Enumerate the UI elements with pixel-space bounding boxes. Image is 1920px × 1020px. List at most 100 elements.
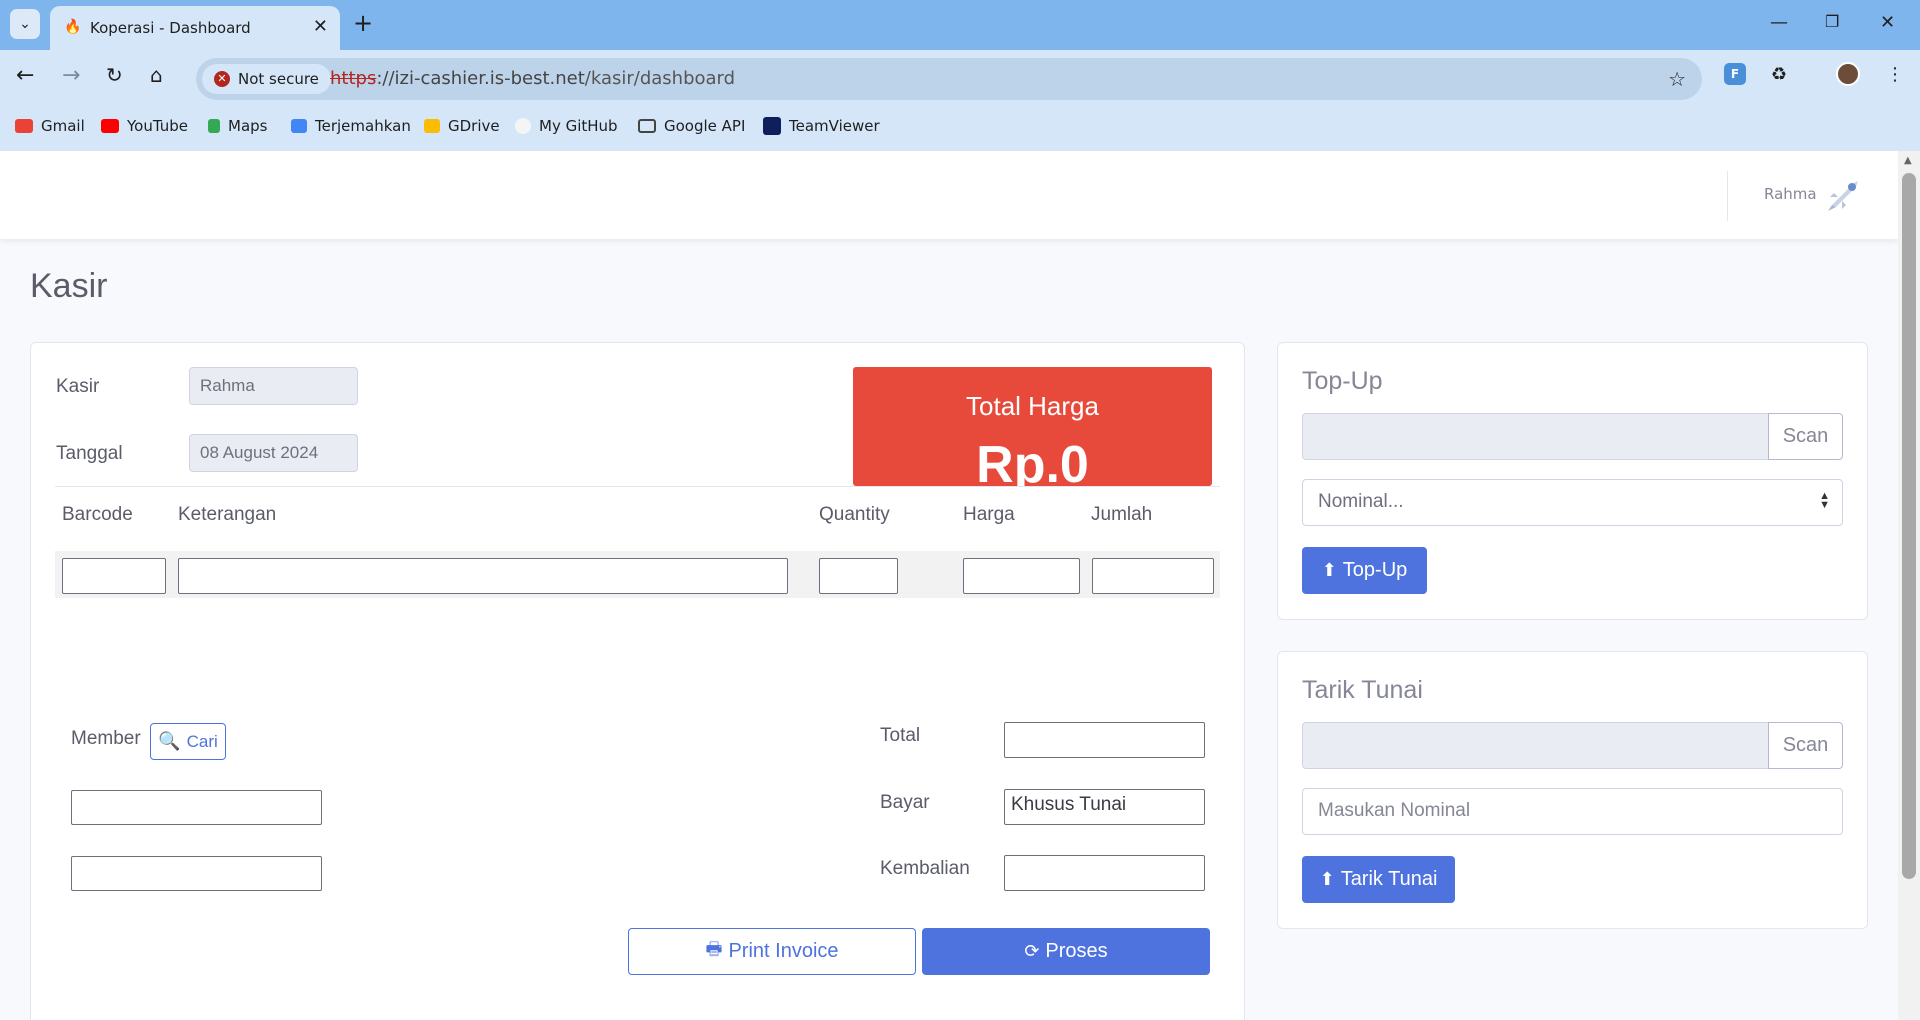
- table-header-divider: [55, 486, 1220, 487]
- kasir-field: Rahma: [189, 367, 358, 405]
- printer-icon: 🖶: [705, 938, 723, 959]
- jumlah-input[interactable]: [1092, 558, 1214, 594]
- flame-favicon-icon: 🔥: [64, 19, 82, 35]
- forward-arrow-icon[interactable]: →: [62, 63, 80, 88]
- tab-search-chevron-icon[interactable]: ⌄: [10, 9, 40, 39]
- topbar-divider: [1727, 171, 1728, 221]
- extension-icon[interactable]: F: [1724, 63, 1746, 85]
- url-text[interactable]: https://izi-cashier.is-best.net/kasir/da…: [330, 68, 735, 89]
- back-arrow-icon[interactable]: ←: [16, 63, 34, 88]
- tanggal-field: 08 August 2024: [189, 434, 358, 472]
- kembalian-label: Kembalian: [880, 858, 970, 879]
- col-jumlah: Jumlah: [1091, 504, 1153, 525]
- col-barcode: Barcode: [62, 504, 133, 525]
- bookmark-youtube[interactable]: YouTube: [101, 117, 188, 135]
- select-arrows-icon: ▲ ▼: [1819, 490, 1830, 511]
- quantity-input[interactable]: [819, 558, 898, 594]
- col-keterangan: Keterangan: [178, 504, 277, 525]
- member-label: Member: [71, 728, 141, 749]
- topup-title: Top-Up: [1302, 367, 1383, 395]
- reload-icon[interactable]: ↻: [106, 63, 123, 87]
- topup-scan-button[interactable]: Scan: [1768, 413, 1843, 460]
- topup-button[interactable]: ⬆ Top-Up: [1302, 547, 1427, 594]
- bookmark-teamviewer[interactable]: TeamViewer: [763, 117, 880, 135]
- browser-chrome: ⌄ 🔥 Koperasi - Dashboard ✕ + — ❐ ✕ ← → ↻…: [0, 0, 1920, 151]
- maps-icon: [208, 119, 220, 133]
- nominal-selected: Nominal...: [1318, 491, 1404, 512]
- rocket-avatar-icon[interactable]: [1824, 175, 1864, 215]
- bookmarks-bar: Gmail YouTube Maps Terjemahkan GDrive My…: [0, 106, 1920, 151]
- minimize-icon[interactable]: —: [1770, 12, 1788, 33]
- bookmark-google-api[interactable]: Google API: [638, 117, 745, 135]
- cari-button[interactable]: 🔍 Cari: [150, 723, 226, 760]
- col-quantity: Quantity: [819, 504, 890, 525]
- topup-scan-group: Scan: [1302, 413, 1843, 460]
- total-harga-box: Total Harga Rp.0: [853, 367, 1212, 486]
- home-icon[interactable]: ⌂: [150, 63, 163, 87]
- gdrive-icon: [424, 119, 440, 133]
- member-id-input[interactable]: [71, 790, 322, 825]
- member-name-input[interactable]: [71, 856, 322, 891]
- sync-icon: ⟳: [1024, 941, 1040, 961]
- url-path: /kasir/dashboard: [584, 68, 736, 89]
- bayar-input[interactable]: Khusus Tunai: [1004, 789, 1205, 825]
- tab-bar: ⌄ 🔥 Koperasi - Dashboard ✕ + — ❐ ✕: [0, 0, 1920, 50]
- upload-icon: ⬆: [1319, 869, 1335, 889]
- kembalian-input[interactable]: [1004, 855, 1205, 891]
- proses-button[interactable]: ⟳ Proses: [922, 928, 1210, 975]
- nominal-input[interactable]: Masukan Nominal: [1302, 788, 1843, 835]
- bookmark-gmail[interactable]: Gmail: [15, 117, 85, 135]
- new-tab-plus-icon[interactable]: +: [353, 9, 373, 37]
- browser-toolbar: ← → ↻ ⌂ ✕ Not secure https://izi-cashier…: [0, 50, 1920, 106]
- bookmark-terjemahkan[interactable]: Terjemahkan: [291, 117, 411, 135]
- teamviewer-icon: [763, 117, 781, 135]
- address-bar[interactable]: ✕ Not secure https://izi-cashier.is-best…: [196, 58, 1702, 100]
- youtube-icon: [101, 119, 119, 133]
- upload-icon: ⬆: [1321, 560, 1337, 580]
- profile-avatar[interactable]: [1836, 62, 1860, 86]
- bookmark-maps[interactable]: Maps: [208, 117, 267, 135]
- gmail-icon: [15, 119, 33, 133]
- bookmark-star-icon[interactable]: ☆: [1668, 67, 1686, 91]
- keterangan-input[interactable]: [178, 558, 788, 594]
- tarik-scan-group: Scan: [1302, 722, 1843, 769]
- col-harga: Harga: [963, 504, 1015, 525]
- tarik-tunai-button[interactable]: ⬆ Tarik Tunai: [1302, 856, 1455, 903]
- harga-input[interactable]: [963, 558, 1080, 594]
- user-name[interactable]: Rahma: [1764, 185, 1817, 203]
- page-content: Rahma Kasir Kasir Rahma Tanggal 08 Augus…: [0, 151, 1898, 1020]
- tarik-card-input[interactable]: [1302, 722, 1769, 769]
- total-label: Total: [880, 725, 921, 746]
- tarik-tunai-title: Tarik Tunai: [1302, 676, 1423, 704]
- menu-kebab-icon[interactable]: ⋮: [1886, 64, 1904, 85]
- url-scheme: https: [330, 68, 377, 89]
- bookmark-github[interactable]: My GitHub: [515, 117, 618, 135]
- kasir-label: Kasir: [56, 376, 100, 397]
- url-host: ://izi-cashier.is-best.net: [376, 68, 585, 89]
- close-tab-icon[interactable]: ✕: [313, 16, 328, 37]
- total-harga-label: Total Harga: [966, 391, 1099, 421]
- search-plus-icon: 🔍: [158, 731, 181, 751]
- page-scrollbar[interactable]: ▲: [1898, 151, 1920, 1020]
- restore-icon[interactable]: ❐: [1825, 12, 1839, 31]
- scroll-up-icon[interactable]: ▲: [1904, 155, 1912, 166]
- not-secure-chip[interactable]: ✕ Not secure: [202, 64, 331, 94]
- translate-icon: [291, 119, 307, 133]
- security-label: Not secure: [238, 70, 319, 88]
- browser-tab-active[interactable]: 🔥 Koperasi - Dashboard ✕: [50, 6, 340, 50]
- bookmark-gdrive[interactable]: GDrive: [424, 117, 500, 135]
- barcode-input[interactable]: [62, 558, 166, 594]
- warning-icon: ✕: [214, 71, 230, 87]
- scrollbar-thumb[interactable]: [1902, 173, 1916, 879]
- nominal-select[interactable]: Nominal... ▲ ▼: [1302, 479, 1843, 526]
- puzzle-extensions-icon[interactable]: ♻: [1771, 64, 1787, 85]
- tanggal-label: Tanggal: [56, 443, 123, 464]
- window-close-icon[interactable]: ✕: [1880, 12, 1895, 33]
- print-invoice-button[interactable]: 🖶 Print Invoice: [628, 928, 916, 975]
- tab-title: Koperasi - Dashboard: [90, 19, 251, 37]
- page-title: Kasir: [30, 267, 108, 305]
- bayar-label: Bayar: [880, 792, 930, 813]
- topup-card-input[interactable]: [1302, 413, 1769, 460]
- total-input[interactable]: [1004, 722, 1205, 758]
- tarik-scan-button[interactable]: Scan: [1768, 722, 1843, 769]
